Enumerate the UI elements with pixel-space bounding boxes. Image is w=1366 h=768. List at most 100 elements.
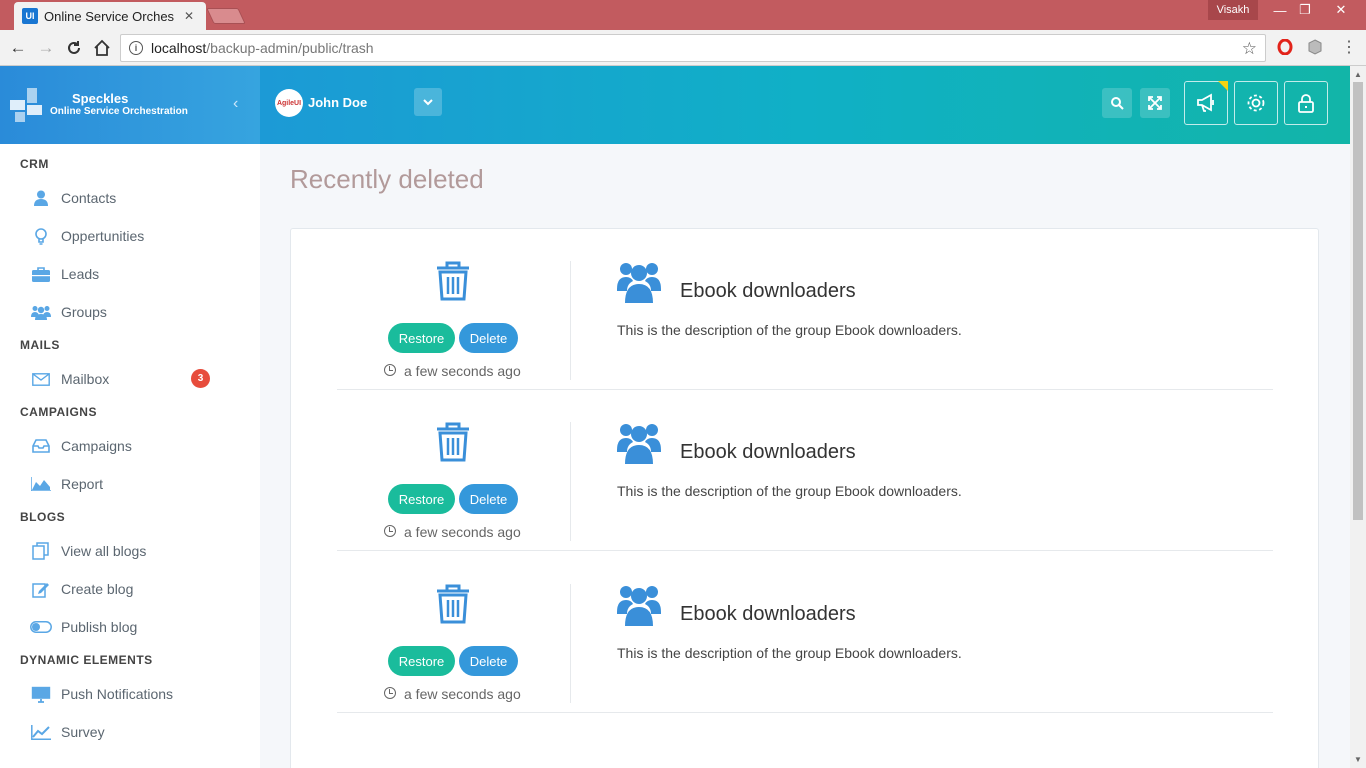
mailbox-count-badge: 3 bbox=[191, 369, 210, 388]
divider bbox=[570, 584, 571, 703]
lock-button[interactable] bbox=[1284, 81, 1328, 125]
sidebar-item-mailbox[interactable]: Mailbox 3 bbox=[30, 368, 240, 390]
sidebar-item-label: Mailbox bbox=[61, 371, 110, 387]
page-scrollbar[interactable]: ▲ ▼ bbox=[1350, 66, 1366, 768]
fullscreen-button[interactable] bbox=[1140, 88, 1170, 118]
sidebar-item-label: Push Notifications bbox=[61, 686, 174, 702]
sidebar-item-label: Campaigns bbox=[61, 438, 132, 454]
briefcase-icon bbox=[30, 264, 52, 284]
sidebar-item-label: Report bbox=[61, 476, 104, 492]
deleted-time: a few seconds ago bbox=[404, 524, 521, 540]
info-icon[interactable]: i bbox=[129, 41, 143, 55]
sidebar-section-mails: MAILS bbox=[20, 338, 60, 352]
sidebar-item-campaigns[interactable]: Campaigns bbox=[30, 435, 240, 457]
brand-area: Speckles Online Service Orchestration ‹ bbox=[0, 66, 260, 144]
trash-item: Restore Delete a few seconds ago Ebook d… bbox=[337, 552, 1273, 713]
restore-button[interactable]: Restore bbox=[388, 484, 455, 514]
sidebar-item-report[interactable]: Report bbox=[30, 473, 240, 495]
trash-icon bbox=[437, 422, 469, 462]
sidebar-item-label: Oppertunities bbox=[61, 228, 145, 244]
sidebar-item-push-notifications[interactable]: Push Notifications bbox=[30, 683, 240, 705]
sidebar-section-dynamic-elements: DYNAMIC ELEMENTS bbox=[20, 653, 153, 667]
bookmark-star-icon[interactable]: ☆ bbox=[1242, 39, 1257, 59]
sidebar-collapse-icon[interactable]: ‹ bbox=[233, 95, 238, 113]
group-description: This is the description of the group Ebo… bbox=[617, 322, 962, 338]
address-bar[interactable]: i localhost/backup-admin/public/trash ☆ bbox=[120, 34, 1266, 62]
sidebar-item-label: Publish blog bbox=[61, 619, 138, 635]
new-tab-button[interactable] bbox=[206, 8, 246, 24]
avatar[interactable]: AgileUI bbox=[275, 89, 303, 117]
clock-icon bbox=[384, 525, 396, 537]
area-chart-icon bbox=[30, 474, 52, 494]
line-chart-icon bbox=[30, 722, 52, 742]
restore-button[interactable]: Restore bbox=[388, 323, 455, 353]
toggle-icon bbox=[30, 617, 52, 637]
group-users-icon bbox=[617, 586, 661, 626]
reload-icon[interactable] bbox=[62, 36, 86, 60]
tab-close-icon[interactable]: ✕ bbox=[184, 9, 194, 23]
sidebar-item-label: Create blog bbox=[61, 581, 134, 597]
sidebar-section-campaigns: CAMPAIGNS bbox=[20, 405, 97, 419]
envelope-icon bbox=[30, 369, 52, 389]
megaphone-icon bbox=[1197, 93, 1214, 112]
home-icon[interactable] bbox=[90, 36, 114, 60]
back-icon[interactable]: ← bbox=[6, 36, 30, 60]
profile-button[interactable]: Visakh bbox=[1208, 0, 1258, 20]
deleted-time: a few seconds ago bbox=[404, 686, 521, 702]
sidebar-item-leads[interactable]: Leads bbox=[30, 263, 240, 285]
scroll-up-icon[interactable]: ▲ bbox=[1354, 70, 1362, 79]
clock-icon bbox=[384, 364, 396, 376]
expand-icon bbox=[1148, 96, 1162, 110]
group-users-icon bbox=[617, 424, 661, 464]
user-dropdown-button[interactable] bbox=[414, 88, 442, 116]
sidebar-section-blogs: BLOGS bbox=[20, 510, 66, 524]
inbox-icon bbox=[30, 436, 52, 456]
tab-favicon-icon: UI bbox=[22, 8, 38, 24]
delete-button[interactable]: Delete bbox=[459, 646, 518, 676]
url-path: /backup-admin/public/trash bbox=[206, 40, 374, 56]
trash-item: Restore Delete a few seconds ago Ebook d… bbox=[337, 390, 1273, 551]
group-name: Ebook downloaders bbox=[680, 441, 856, 463]
sidebar-item-survey[interactable]: Survey bbox=[30, 721, 240, 743]
settings-button[interactable] bbox=[1234, 81, 1278, 125]
extension-icon[interactable] bbox=[1306, 38, 1324, 56]
sidebar-item-publish-blog[interactable]: Publish blog bbox=[30, 616, 240, 638]
sidebar-item-label: Contacts bbox=[61, 190, 117, 206]
logo-icon bbox=[10, 88, 42, 122]
sidebar-item-oppertunities[interactable]: Oppertunities bbox=[30, 225, 240, 247]
browser-tab[interactable]: UI Online Service Orchestra ✕ bbox=[14, 2, 206, 30]
delete-button[interactable]: Delete bbox=[459, 323, 518, 353]
sidebar-item-groups[interactable]: Groups bbox=[30, 301, 240, 323]
forward-icon[interactable]: → bbox=[34, 36, 58, 60]
browser-titlebar: UI Online Service Orchestra ✕ Visakh — ❐… bbox=[0, 0, 1366, 30]
lock-icon bbox=[1298, 94, 1314, 113]
opera-icon[interactable] bbox=[1276, 38, 1294, 56]
trash-panel: Restore Delete a few seconds ago Ebook d… bbox=[290, 228, 1319, 768]
lightbulb-icon bbox=[30, 226, 52, 246]
restore-button[interactable]: Restore bbox=[388, 646, 455, 676]
sidebar-section-crm: CRM bbox=[20, 157, 49, 171]
monitor-icon bbox=[30, 684, 52, 704]
close-window-icon[interactable]: ✕ bbox=[1326, 0, 1356, 20]
clock-icon bbox=[384, 687, 396, 699]
group-users-icon bbox=[617, 263, 661, 303]
notification-dot bbox=[1218, 81, 1228, 91]
sidebar-item-view-all-blogs[interactable]: View all blogs bbox=[30, 540, 240, 562]
trash-item: Restore Delete a few seconds ago Ebook d… bbox=[337, 229, 1273, 390]
maximize-icon[interactable]: ❐ bbox=[1290, 0, 1320, 20]
delete-button[interactable]: Delete bbox=[459, 484, 518, 514]
sidebar-item-create-blog[interactable]: Create blog bbox=[30, 578, 240, 600]
top-header: AgileUI John Doe bbox=[260, 66, 1350, 144]
menu-icon[interactable]: ⋮ bbox=[1340, 38, 1358, 56]
sidebar-item-label: View all blogs bbox=[61, 543, 147, 559]
users-icon bbox=[30, 302, 52, 322]
scroll-down-icon[interactable]: ▼ bbox=[1354, 755, 1362, 764]
announcements-button[interactable] bbox=[1184, 81, 1228, 125]
scroll-thumb[interactable] bbox=[1353, 82, 1363, 520]
trash-icon bbox=[437, 261, 469, 301]
divider bbox=[570, 422, 571, 541]
user-name[interactable]: John Doe bbox=[308, 95, 367, 110]
sidebar-item-contacts[interactable]: Contacts bbox=[30, 187, 240, 209]
search-button[interactable] bbox=[1102, 88, 1132, 118]
url-host: localhost bbox=[151, 40, 207, 56]
